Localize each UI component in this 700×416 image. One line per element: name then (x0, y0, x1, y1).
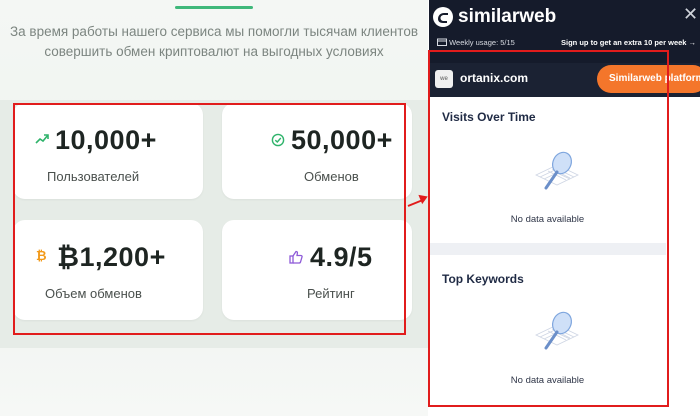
panel-side-area (666, 97, 700, 416)
signup-link-text: Sign up to get an extra 10 per week (561, 38, 687, 47)
top-accent-line (175, 6, 253, 9)
arrow-right-icon: → (688, 38, 697, 47)
calendar-icon (437, 38, 447, 46)
intro-line-2: совершить обмен криптовалют на выгодных … (44, 44, 384, 59)
similarweb-logo-icon (432, 6, 454, 28)
close-icon[interactable]: ✕ (683, 4, 698, 25)
signup-link[interactable]: Sign up to get an extra 10 per week → (561, 38, 696, 47)
intro-text: За время работы нашего сервиса мы помогл… (0, 22, 428, 62)
similarweb-logo-text: similarweb (458, 6, 557, 27)
annotation-box-stats (13, 103, 406, 335)
intro-line-1: За время работы нашего сервиса мы помогл… (9, 24, 419, 39)
weekly-usage: Weekly usage: 5/15 (437, 38, 515, 47)
annotation-box-similarweb (428, 50, 669, 407)
weekly-usage-text: Weekly usage: 5/15 (449, 38, 515, 47)
